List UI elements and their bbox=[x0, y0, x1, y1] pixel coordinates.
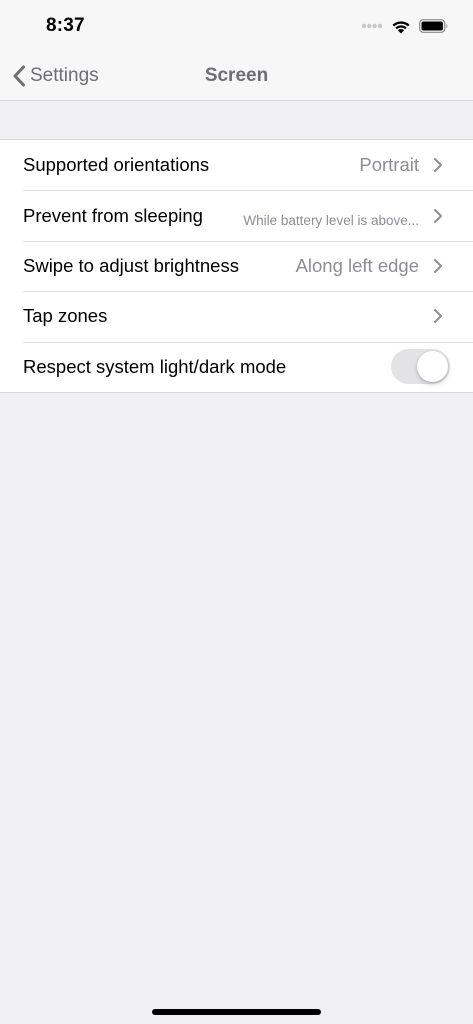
chevron-right-icon bbox=[434, 309, 442, 324]
signal-dots-icon bbox=[361, 23, 383, 29]
row-tap-zones[interactable]: Tap zones bbox=[0, 291, 473, 341]
chevron-right-icon bbox=[434, 158, 442, 173]
light-dark-mode-toggle[interactable] bbox=[391, 349, 450, 385]
settings-list: Supported orientations Portrait Prevent … bbox=[0, 139, 473, 393]
row-label: Swipe to adjust brightness bbox=[23, 254, 239, 276]
row-value: While battery level is above... bbox=[243, 212, 419, 228]
row-label: Supported orientations bbox=[23, 154, 210, 176]
row-prevent-from-sleeping[interactable]: Prevent from sleeping While battery leve… bbox=[0, 190, 473, 240]
status-bar: 8:37 bbox=[0, 0, 473, 52]
status-time: 8:37 bbox=[46, 15, 85, 36]
row-supported-orientations[interactable]: Supported orientations Portrait bbox=[0, 140, 473, 190]
chevron-right-icon bbox=[434, 258, 442, 273]
navigation-bar: Settings Screen bbox=[0, 52, 473, 101]
battery-icon bbox=[419, 19, 448, 33]
row-label: Respect system light/dark mode bbox=[23, 355, 287, 377]
status-icons bbox=[361, 16, 449, 36]
wifi-icon bbox=[392, 20, 410, 33]
row-label: Prevent from sleeping bbox=[23, 204, 203, 226]
row-respect-system-light-dark-mode: Respect system light/dark mode bbox=[0, 341, 473, 392]
row-value: Portrait bbox=[359, 154, 419, 176]
chevron-right-icon bbox=[434, 208, 442, 223]
page-title: Screen bbox=[204, 65, 269, 86]
row-swipe-to-adjust-brightness[interactable]: Swipe to adjust brightness Along left ed… bbox=[0, 240, 473, 291]
home-indicator bbox=[152, 1009, 321, 1015]
toggle-knob bbox=[417, 351, 448, 383]
row-value: Along left edge bbox=[295, 254, 419, 276]
row-label: Tap zones bbox=[23, 305, 108, 327]
